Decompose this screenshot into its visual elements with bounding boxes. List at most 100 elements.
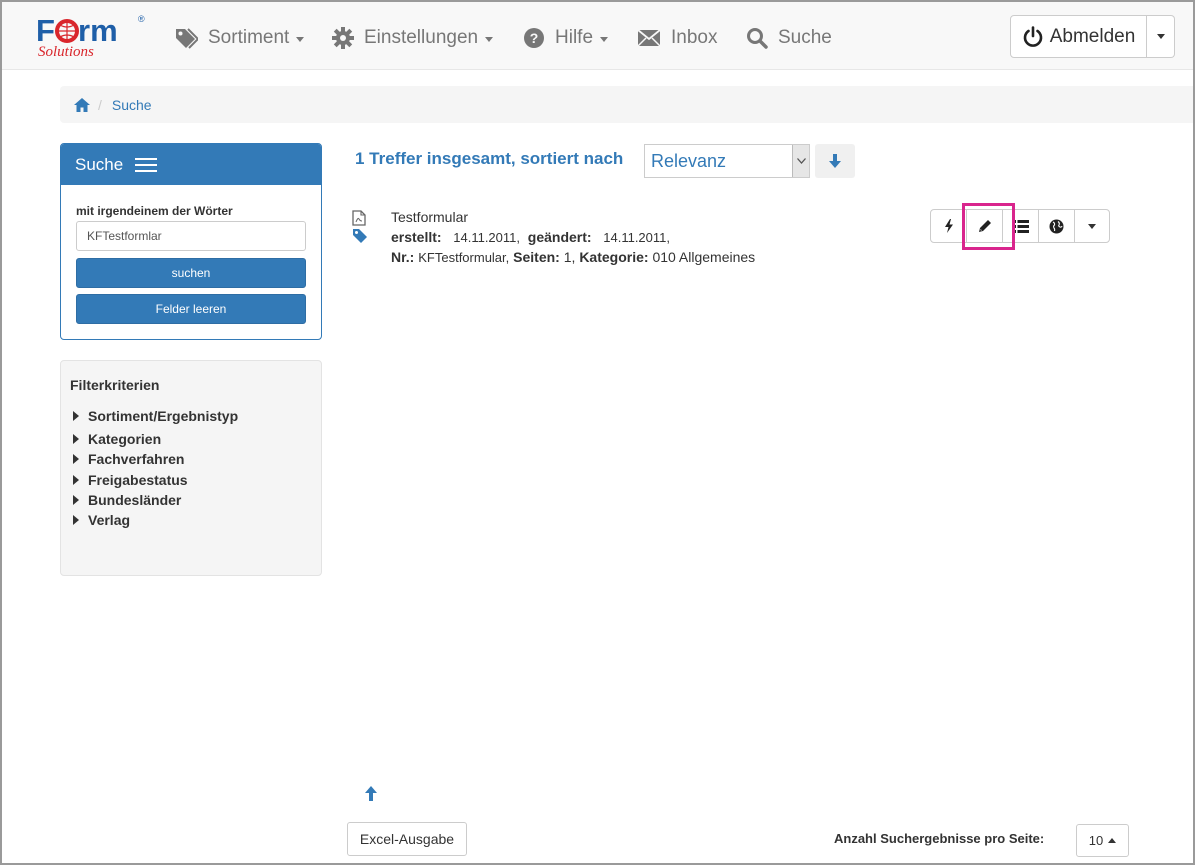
svg-text:F: F bbox=[36, 13, 55, 48]
caret-right-icon bbox=[73, 495, 79, 505]
globe-icon bbox=[1049, 219, 1064, 233]
tag-icon bbox=[353, 229, 367, 243]
logout-button[interactable]: Abmelden bbox=[1010, 15, 1147, 58]
filter-bundeslaender[interactable]: Bundesländer bbox=[73, 492, 181, 508]
nav-inbox[interactable]: Inbox bbox=[637, 24, 717, 52]
pages-value: 1, bbox=[563, 249, 576, 265]
svg-text:?: ? bbox=[530, 30, 539, 46]
filter-fachverfahren[interactable]: Fachverfahren bbox=[73, 451, 184, 467]
breadcrumb: / Suche bbox=[60, 86, 1193, 123]
bolt-icon bbox=[944, 219, 953, 233]
nr-value: KFTestformular, bbox=[418, 250, 510, 265]
logout-button-group: Abmelden bbox=[1010, 15, 1175, 58]
svg-text:rm: rm bbox=[78, 13, 118, 48]
changed-label: geändert: bbox=[527, 229, 592, 245]
result-details: Nr.: KFTestformular, Seiten: 1, Kategori… bbox=[391, 249, 755, 265]
edit-button[interactable] bbox=[966, 209, 1003, 243]
chevron-down-icon bbox=[485, 36, 494, 42]
filter-label: Fachverfahren bbox=[88, 451, 185, 467]
pdf-file-icon bbox=[352, 210, 366, 226]
more-actions-dropdown[interactable] bbox=[1074, 209, 1110, 243]
menu-icon[interactable] bbox=[135, 157, 158, 173]
logo-trademark: ® bbox=[138, 14, 145, 24]
per-page-value: 10 bbox=[1088, 833, 1104, 848]
home-icon[interactable] bbox=[74, 97, 90, 112]
search-icon bbox=[747, 28, 768, 49]
filter-title: Filterkriterien bbox=[70, 377, 160, 393]
nav-inbox-label: Inbox bbox=[671, 27, 718, 48]
chevron-up-icon bbox=[1108, 838, 1117, 843]
filter-freigabestatus[interactable]: Freigabestatus bbox=[73, 472, 188, 488]
search-submit-button[interactable]: suchen bbox=[76, 258, 306, 288]
sort-direction-button[interactable] bbox=[815, 144, 855, 178]
breadcrumb-suche[interactable]: Suche bbox=[112, 97, 152, 113]
results-summary: 1 Treffer insgesamt, sortiert nach bbox=[355, 149, 624, 168]
chevron-down-icon bbox=[792, 145, 809, 177]
created-date: 14.11.2011, bbox=[453, 230, 520, 245]
logout-dropdown-toggle[interactable] bbox=[1147, 15, 1175, 58]
nav-einstellungen-dropdown[interactable]: Einstellungen bbox=[332, 24, 494, 52]
pages-label: Seiten: bbox=[513, 249, 560, 265]
scroll-to-top-button[interactable] bbox=[365, 786, 377, 806]
nav-suche[interactable]: Suche bbox=[746, 24, 832, 52]
result-title[interactable]: Testformular bbox=[391, 209, 468, 225]
per-page-select[interactable]: 10 bbox=[1076, 824, 1129, 857]
power-icon bbox=[1023, 25, 1042, 47]
search-words-input[interactable] bbox=[76, 221, 306, 251]
nr-label: Nr.: bbox=[391, 249, 415, 265]
arrow-up-icon bbox=[365, 786, 377, 801]
form-solutions-logo[interactable]: F rm Solutions ® bbox=[34, 12, 146, 60]
details-list-button[interactable] bbox=[1002, 209, 1039, 243]
caret-right-icon bbox=[73, 475, 79, 485]
created-label: erstellt: bbox=[391, 229, 442, 245]
changed-date: 14.11.2011, bbox=[603, 230, 670, 245]
arrow-down-icon bbox=[829, 154, 841, 168]
nav-hilfe-dropdown[interactable]: ? Hilfe bbox=[523, 24, 609, 52]
filter-verlag[interactable]: Verlag bbox=[73, 512, 130, 528]
quick-action-button[interactable] bbox=[930, 209, 967, 243]
chevron-down-icon bbox=[296, 36, 305, 42]
breadcrumb-separator: / bbox=[98, 96, 102, 113]
logo-subtext: Solutions bbox=[38, 44, 94, 60]
search-panel-header: Suche bbox=[61, 144, 321, 185]
question-circle-icon: ? bbox=[524, 28, 544, 48]
excel-export-button[interactable]: Excel-Ausgabe bbox=[347, 822, 467, 856]
search-panel-title: Suche bbox=[75, 154, 124, 174]
nav-suche-label: Suche bbox=[778, 27, 832, 48]
envelope-icon bbox=[637, 29, 661, 47]
filter-sortiment-ergebnistyp[interactable]: Sortiment/Ergebnistyp bbox=[73, 408, 238, 424]
category-value: 010 Allgemeines bbox=[652, 249, 756, 265]
per-page-label: Anzahl Suchergebnisse pro Seite: bbox=[834, 831, 1045, 846]
result-dates: erstellt: 14.11.2011, geändert: 14.11.20… bbox=[391, 229, 670, 245]
logout-label: Abmelden bbox=[1049, 25, 1136, 47]
filter-kategorien[interactable]: Kategorien bbox=[73, 431, 161, 447]
filter-label: Freigabestatus bbox=[88, 472, 188, 488]
category-label: Kategorie: bbox=[579, 249, 649, 265]
search-field-label: mit irgendeinem der Wörter bbox=[76, 204, 233, 218]
chevron-down-icon bbox=[1088, 223, 1096, 229]
nav-einstellungen-label: Einstellungen bbox=[364, 27, 479, 48]
top-navbar: F rm Solutions ® Sortiment Einstellungen… bbox=[2, 2, 1193, 70]
gear-icon bbox=[332, 27, 354, 49]
sort-select[interactable]: Relevanz bbox=[644, 144, 810, 178]
nav-sortiment-label: Sortiment bbox=[208, 27, 290, 48]
nav-sortiment-dropdown[interactable]: Sortiment bbox=[174, 24, 305, 52]
publish-web-button[interactable] bbox=[1038, 209, 1075, 243]
filter-panel: Filterkriterien Sortiment/Ergebnistyp Ka… bbox=[60, 360, 322, 576]
search-panel: Suche mit irgendeinem der Wörter suchen … bbox=[60, 143, 322, 340]
filter-label: Kategorien bbox=[88, 431, 162, 447]
caret-right-icon bbox=[73, 454, 79, 464]
chevron-down-icon bbox=[600, 36, 609, 42]
caret-right-icon bbox=[73, 411, 79, 421]
chevron-down-icon bbox=[1156, 34, 1165, 39]
nav-hilfe-label: Hilfe bbox=[555, 27, 594, 48]
filter-label: Sortiment/Ergebnistyp bbox=[88, 408, 239, 424]
caret-right-icon bbox=[73, 515, 79, 525]
caret-right-icon bbox=[73, 434, 79, 444]
filter-label: Bundesländer bbox=[88, 492, 182, 508]
result-action-group bbox=[930, 209, 1110, 243]
clear-fields-button[interactable]: Felder leeren bbox=[76, 294, 306, 324]
pencil-icon bbox=[978, 220, 991, 232]
list-icon bbox=[1012, 219, 1029, 233]
sort-select-value: Relevanz bbox=[651, 150, 727, 171]
